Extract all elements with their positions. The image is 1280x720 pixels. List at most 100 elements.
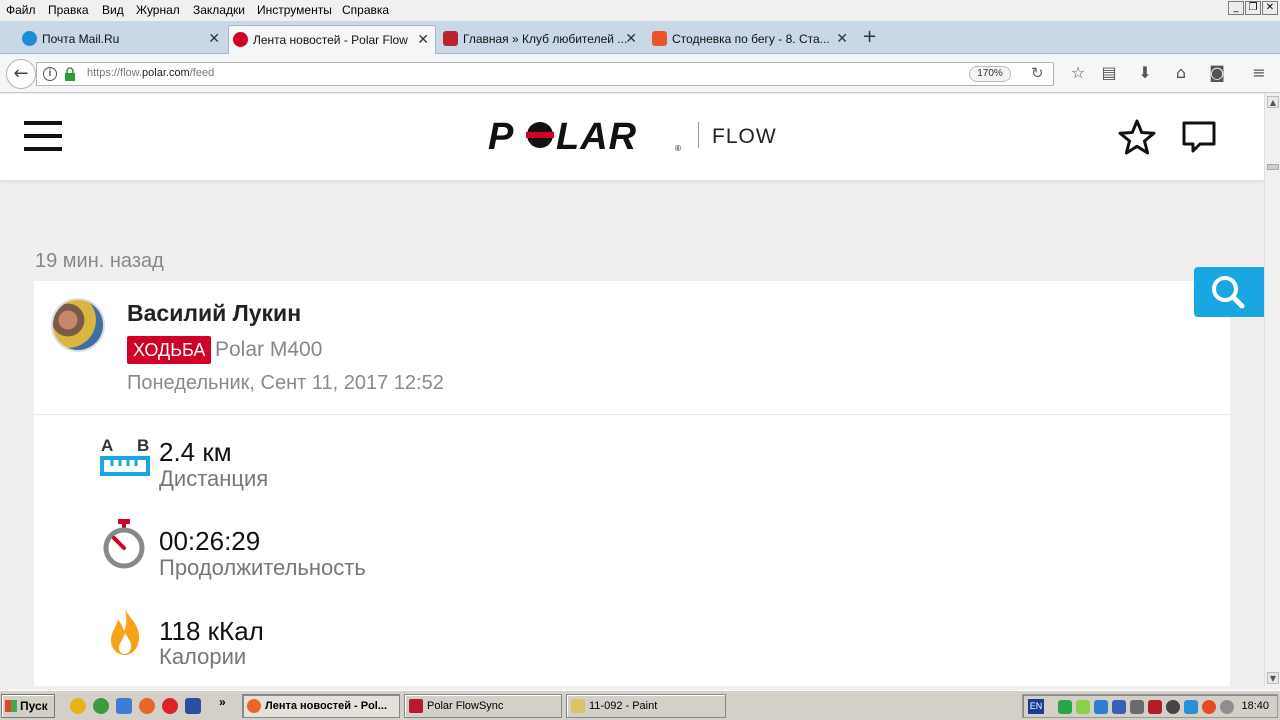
quicklaunch-firefox-icon[interactable] [139, 698, 155, 714]
search-button[interactable] [1194, 267, 1264, 317]
minimize-button[interactable]: _ [1228, 1, 1244, 15]
tab-mail[interactable]: Почта Mail.Ru ✕ [18, 25, 226, 54]
back-button[interactable]: ← [6, 59, 36, 89]
close-tab-icon[interactable]: ✕ [208, 25, 220, 53]
home-icon[interactable]: ⌂ [1171, 63, 1191, 83]
menu-bookmarks[interactable]: Закладки [193, 3, 245, 17]
menu-view[interactable]: Вид [102, 3, 124, 17]
training-session-card[interactable]: Василий Лукин ХОДЬБА Polar M400 Понедель… [34, 281, 1230, 686]
quicklaunch-overflow-icon[interactable]: » [219, 695, 226, 709]
scroll-down-icon[interactable]: ▼ [1267, 672, 1279, 684]
running-favicon-icon [652, 31, 667, 46]
scroll-thumb[interactable] [1267, 164, 1279, 170]
favorites-star-icon[interactable] [1118, 118, 1156, 156]
tray-app-icon[interactable] [1148, 700, 1162, 714]
tab-title: Стодневка по бегу - 8. Ста... [672, 32, 830, 46]
tray-app-icon[interactable] [1130, 700, 1144, 714]
menu-help[interactable]: Справка [342, 3, 389, 17]
taskbar-window-firefox[interactable]: Лента новостей - Pol... [242, 694, 400, 718]
start-button[interactable]: Пуск [1, 694, 55, 718]
scroll-up-icon[interactable]: ▲ [1267, 96, 1279, 108]
quicklaunch-opera-icon[interactable] [162, 698, 178, 714]
tab-title: Главная » Клуб любителей ... [463, 32, 628, 46]
taskbar: Пуск » Лента новостей - Pol... Polar Flo… [0, 690, 1280, 720]
close-window-button[interactable]: ✕ [1262, 1, 1278, 15]
flame-icon [111, 609, 140, 655]
distance-icon-a-label: A [101, 436, 113, 455]
navigation-bar: ← i https://flow.polar.com/feed 170% ↻ ☆… [0, 54, 1280, 93]
tray-app-icon[interactable] [1220, 700, 1234, 714]
user-name[interactable]: Василий Лукин [127, 300, 301, 327]
flowsync-icon [409, 699, 423, 713]
quicklaunch-chrome-icon[interactable] [93, 698, 109, 714]
club-favicon-icon [443, 31, 458, 46]
restore-button[interactable]: ❐ [1245, 1, 1261, 15]
url-text[interactable]: https://flow.polar.com/feed [87, 67, 214, 79]
stopwatch-icon [103, 519, 145, 569]
menu-edit[interactable]: Правка [48, 3, 89, 17]
calories-label: Калории [159, 644, 247, 669]
calories-value: 118 кКал [159, 616, 264, 646]
tray-app-icon[interactable] [1202, 700, 1216, 714]
taskbar-clock[interactable]: 18:40 [1241, 700, 1269, 712]
tray-app-icon[interactable] [1058, 700, 1072, 714]
new-tab-button[interactable]: + [862, 26, 877, 47]
search-icon [1212, 276, 1245, 309]
tray-app-icon[interactable] [1184, 700, 1198, 714]
bookmark-star-icon[interactable]: ☆ [1068, 63, 1088, 83]
window-controls: _ ❐ ✕ [1228, 1, 1278, 15]
quicklaunch-desktop-icon[interactable] [116, 698, 132, 714]
tray-app-icon[interactable] [1112, 700, 1126, 714]
device-name: Polar M400 [215, 338, 323, 361]
tray-app-icon[interactable] [1076, 700, 1090, 714]
messages-icon[interactable] [1182, 120, 1216, 154]
avatar[interactable] [51, 298, 105, 352]
polar-favicon-icon [233, 32, 248, 47]
logo-separator [698, 122, 699, 148]
close-tab-icon[interactable]: ✕ [836, 25, 848, 53]
duration-label: Продолжительность [159, 555, 366, 580]
menu-tools[interactable]: Инструменты [257, 3, 332, 17]
distance-value: 2.4 км [159, 437, 232, 467]
tab-title: Почта Mail.Ru [42, 32, 120, 46]
tray-app-icon[interactable] [1166, 700, 1180, 714]
menu-bar: Файл Правка Вид Журнал Закладки Инструме… [0, 0, 1280, 21]
tray-app-icon[interactable] [1094, 700, 1108, 714]
quicklaunch-save-icon[interactable] [185, 698, 201, 714]
hamburger-menu-icon[interactable]: ≡ [1249, 63, 1269, 83]
tab-strip: Почта Mail.Ru ✕ Лента новостей - Polar F… [0, 21, 1280, 54]
reload-icon[interactable]: ↻ [1031, 64, 1044, 82]
page-scrollbar[interactable]: ▲ ▼ [1264, 94, 1280, 686]
reading-list-icon[interactable]: ▤ [1099, 63, 1119, 83]
zoom-level[interactable]: 170% [969, 66, 1011, 82]
menu-file[interactable]: Файл [6, 3, 36, 17]
card-header: Василий Лукин ХОДЬБА Polar M400 Понедель… [34, 281, 1230, 415]
tab-running[interactable]: Стодневка по бегу - 8. Ста... ✕ [648, 25, 854, 54]
site-header: P LAR ® FLOW [0, 94, 1264, 180]
site-menu-icon[interactable] [24, 121, 62, 151]
mail-favicon-icon [22, 31, 37, 46]
firefox-icon [247, 699, 261, 713]
taskbar-window-paint[interactable]: 11-092 - Paint [566, 694, 726, 718]
flow-product-name: FLOW [712, 125, 777, 148]
close-tab-icon[interactable]: ✕ [625, 25, 637, 53]
web-page: P LAR ® FLOW 19 мин. назад Василий Лукин… [0, 94, 1264, 686]
close-tab-icon[interactable]: ✕ [417, 26, 429, 54]
distance-icon-b-label: B [137, 436, 149, 455]
tab-polar-flow[interactable]: Лента новостей - Polar Flow ✕ [228, 25, 436, 54]
tab-club[interactable]: Главная » Клуб любителей ... ✕ [439, 25, 643, 54]
polar-logo[interactable]: P LAR ® [488, 118, 686, 154]
quicklaunch-avast-icon[interactable] [70, 698, 86, 714]
taskbar-window-flowsync[interactable]: Polar FlowSync [404, 694, 562, 718]
sport-badge: ХОДЬБА [127, 336, 212, 364]
pocket-icon[interactable]: ◙ [1207, 63, 1227, 83]
svg-text:P: P [488, 118, 514, 154]
lock-icon [65, 67, 75, 81]
info-icon[interactable]: i [43, 67, 57, 81]
windows-logo-icon [5, 700, 17, 712]
tab-title: Лента новостей - Polar Flow [253, 33, 408, 47]
language-indicator[interactable]: EN [1028, 699, 1044, 714]
address-bar[interactable]: i https://flow.polar.com/feed 170% ↻ [36, 62, 1054, 86]
menu-history[interactable]: Журнал [136, 3, 180, 17]
downloads-icon[interactable]: ⬇ [1135, 63, 1155, 83]
